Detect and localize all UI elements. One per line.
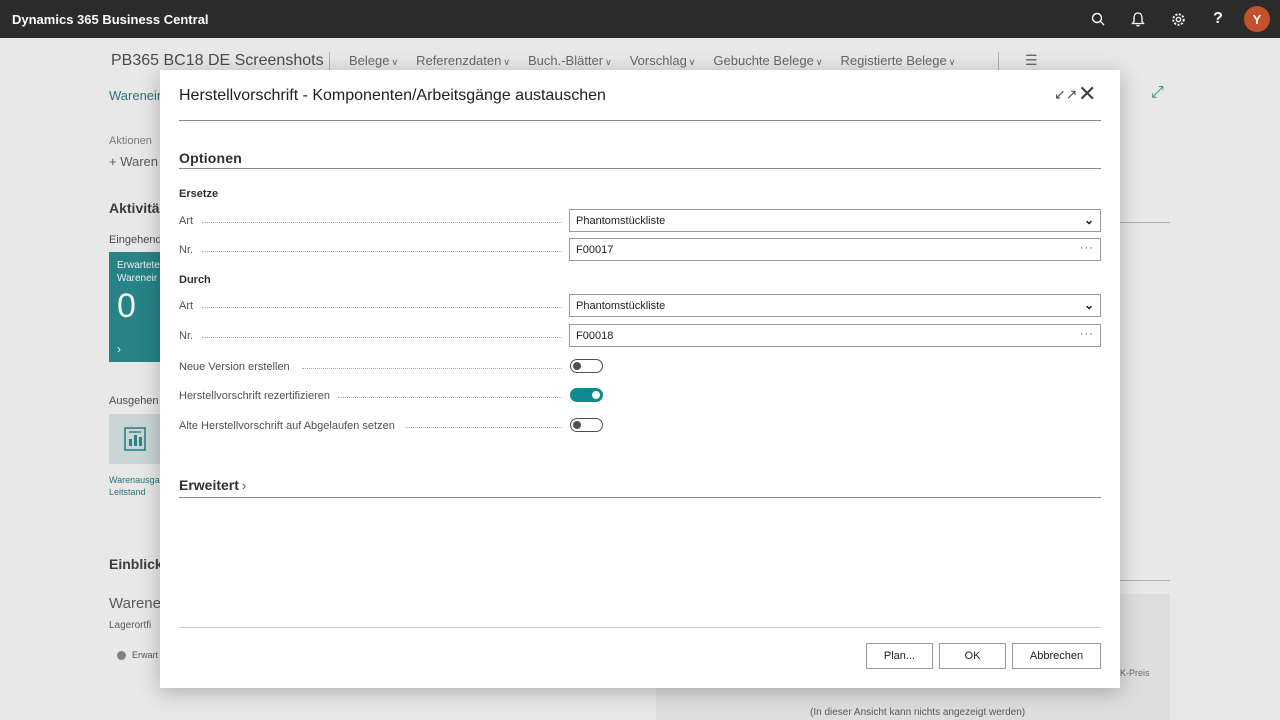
close-icon[interactable]: ✕ <box>1078 81 1096 107</box>
durch-nr-value: F00018 <box>576 330 614 342</box>
help-icon[interactable]: ? <box>1198 0 1238 38</box>
leader-dots <box>202 251 562 252</box>
leader-dots <box>202 222 562 223</box>
leader-dots <box>405 427 562 428</box>
app-bar: Dynamics 365 Business Central ? Y <box>0 0 1280 38</box>
chevron-right-icon: › <box>241 478 247 493</box>
ersetze-nr-field[interactable]: F00017 ··· <box>569 238 1101 261</box>
toggle-label-abgelaufen: Alte Herstellvorschrift auf Abgelaufen s… <box>179 420 395 432</box>
rezertifizieren-toggle[interactable] <box>570 388 603 402</box>
ok-button[interactable]: OK <box>939 643 1006 669</box>
search-icon[interactable] <box>1078 0 1118 38</box>
field-label-ersetze-art: Art <box>179 215 194 227</box>
field-label-durch-nr: Nr. <box>179 330 194 342</box>
toggle-knob <box>573 421 581 429</box>
abgelaufen-toggle[interactable] <box>570 418 603 432</box>
more-options-icon[interactable]: ··· <box>1080 242 1094 254</box>
divider <box>179 168 1101 169</box>
durch-art-select[interactable]: Phantomstückliste ⌄ <box>569 294 1101 317</box>
dialog-title: Herstellvorschrift - Komponenten/Arbeits… <box>179 87 606 104</box>
durch-nr-field[interactable]: F00018 ··· <box>569 324 1101 347</box>
leader-dots <box>202 337 562 338</box>
cancel-button[interactable]: Abbrechen <box>1012 643 1101 669</box>
gear-icon[interactable] <box>1158 0 1198 38</box>
ersetze-art-select[interactable]: Phantomstückliste ⌄ <box>569 209 1101 232</box>
toggle-label-neue-version: Neue Version erstellen <box>179 361 290 373</box>
group-ersetze: Ersetze <box>179 188 219 200</box>
durch-art-value: Phantomstückliste <box>576 300 666 312</box>
group-durch: Durch <box>179 274 211 286</box>
section-erweitert-label: Erweitert <box>179 477 239 493</box>
app-title: Dynamics 365 Business Central <box>12 11 209 27</box>
leader-dots <box>338 397 562 398</box>
section-optionen[interactable]: Optionen <box>179 150 242 166</box>
chevron-down-icon: ⌄ <box>1083 213 1094 227</box>
toggle-knob <box>573 362 581 370</box>
plan-button[interactable]: Plan... <box>866 643 933 669</box>
chevron-down-icon: ⌄ <box>1083 298 1094 312</box>
bell-icon[interactable] <box>1118 0 1158 38</box>
ersetze-art-value: Phantomstückliste <box>576 215 666 227</box>
avatar[interactable]: Y <box>1244 6 1270 32</box>
divider <box>179 120 1101 121</box>
field-label-ersetze-nr: Nr. <box>179 244 194 256</box>
field-label-durch-art: Art <box>179 300 194 312</box>
collapse-icon[interactable]: ↙↗ <box>1054 86 1077 103</box>
leader-dots <box>302 368 562 369</box>
toggle-knob <box>592 391 600 399</box>
section-erweitert[interactable]: Erweitert › <box>179 477 246 493</box>
divider <box>179 497 1101 498</box>
more-options-icon[interactable]: ··· <box>1080 328 1094 340</box>
leader-dots <box>202 307 562 308</box>
toggle-label-rezertifizieren: Herstellvorschrift rezertifizieren <box>179 390 330 402</box>
divider <box>179 627 1101 628</box>
neue-version-toggle[interactable] <box>570 359 603 373</box>
replace-dialog: Herstellvorschrift - Komponenten/Arbeits… <box>160 70 1120 688</box>
ersetze-nr-value: F00017 <box>576 244 614 256</box>
app-bar-icons: ? Y <box>1078 0 1270 38</box>
